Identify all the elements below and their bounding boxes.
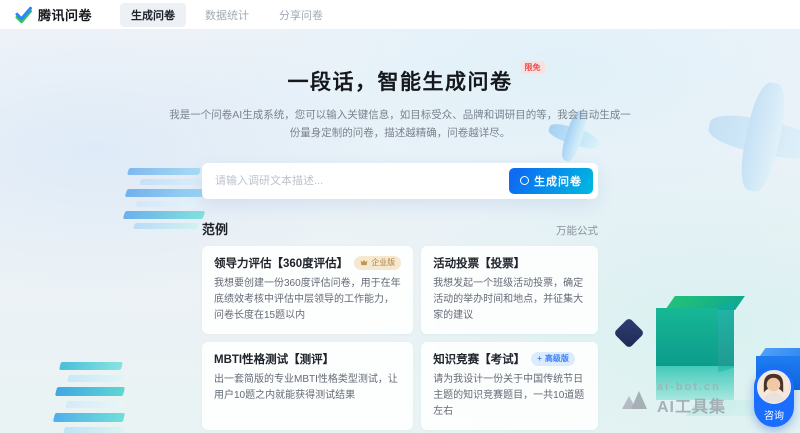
decoration-dark-diamond — [613, 317, 644, 348]
watermark: ai-bot.cn AI工具集 — [620, 381, 726, 417]
decoration-sparkle-large — [698, 72, 800, 202]
premium-badge: + 高级版 — [531, 352, 575, 366]
survey-description-input[interactable] — [215, 175, 509, 187]
enterprise-badge: 企业版 — [354, 256, 401, 270]
navbar: 腾讯问卷 生成问卷 数据统计 分享问卷 — [0, 0, 800, 30]
watermark-logo-icon — [620, 387, 650, 411]
free-badge: 限免 — [521, 61, 545, 74]
watermark-name: AI工具集 — [657, 393, 726, 417]
page: 腾讯问卷 生成问卷 数据统计 分享问卷 — [0, 0, 800, 433]
universal-formula-link[interactable]: 万能公式 — [556, 223, 598, 238]
example-cards: 领导力评估【360度评估】 企业版 我想要创建一份360度评估问卷，用于在年底绩… — [202, 246, 598, 433]
tab-generate[interactable]: 生成问卷 — [120, 3, 186, 27]
consult-widget[interactable]: 咨询 — [754, 367, 794, 427]
main-stage: 一段话，智能生成问卷 限免 我是一个问卷AI生成系统，您可以输入关键信息，如目标… — [0, 30, 800, 433]
watermark-url: ai-bot.cn — [657, 381, 726, 393]
page-title: 一段话，智能生成问卷 限免 — [288, 66, 513, 96]
consult-label: 咨询 — [764, 407, 784, 422]
tab-statistics[interactable]: 数据统计 — [194, 3, 260, 27]
generate-survey-button[interactable]: 生成问卷 — [509, 168, 593, 194]
examples-header: 范例 万能公式 — [202, 219, 598, 238]
consultant-avatar — [757, 370, 791, 404]
example-card-quiz[interactable]: 知识竞赛【考试】 + 高级版 请为我设计一份关于中国传统节日主题的知识竞赛题目，… — [421, 342, 598, 430]
nav-tabs: 生成问卷 数据统计 分享问卷 — [120, 3, 334, 27]
example-card-vote[interactable]: 活动投票【投票】 我想发起一个班级活动投票，确定活动的举办时间和地点，并征集大家… — [421, 246, 598, 334]
example-card-leadership[interactable]: 领导力评估【360度评估】 企业版 我想要创建一份360度评估问卷，用于在年底绩… — [202, 246, 413, 334]
hero: 一段话，智能生成问卷 限免 — [202, 66, 598, 96]
ring-icon — [520, 176, 529, 185]
app-title: 腾讯问卷 — [38, 5, 92, 24]
hero-description: 我是一个问卷AI生成系统，您可以输入关键信息，如目标受众、品牌和调研目的等，我会… — [165, 106, 635, 143]
examples-title: 范例 — [202, 219, 228, 238]
generator-bar: 生成问卷 — [202, 163, 598, 199]
app-logo[interactable]: 腾讯问卷 — [14, 5, 92, 24]
plus-icon: + — [537, 354, 542, 363]
example-card-mbti[interactable]: MBTI性格测试【测评】 出一套简版的专业MBTI性格类型测试，让用户10题之内… — [202, 342, 413, 430]
logo-check-icon — [14, 6, 32, 24]
center-column: 一段话，智能生成问卷 限免 我是一个问卷AI生成系统，您可以输入关键信息，如目标… — [202, 30, 598, 433]
tab-share[interactable]: 分享问卷 — [268, 3, 334, 27]
crown-icon — [360, 259, 368, 266]
decoration-glass-bars-left-bottom — [52, 362, 152, 433]
